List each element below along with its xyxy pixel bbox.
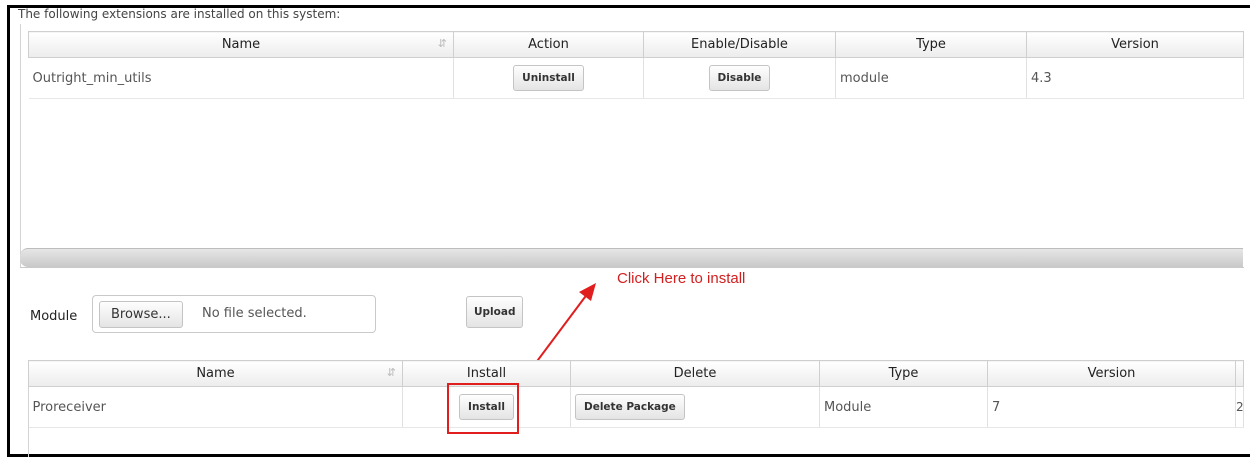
column-header-extra: [1235, 360, 1244, 387]
sort-arrows-icon: ⇵: [386, 366, 396, 379]
column-header-type: Type: [819, 360, 988, 387]
column-header-name[interactable]: Name ⇵: [28, 360, 403, 387]
package-extra-cell: 2: [1235, 386, 1244, 428]
column-header-version: Version: [987, 360, 1236, 387]
annotation-highlight-box: [447, 383, 519, 434]
package-name: Proreceiver: [28, 386, 403, 428]
delete-package-button[interactable]: Delete Package: [575, 394, 685, 420]
packages-table: Name ⇵ Install Delete Type Version Prorec…: [28, 360, 1244, 428]
table-header-row: Name ⇵ Install Delete Type Version: [28, 360, 1244, 387]
package-version: 7: [987, 386, 1236, 428]
table-row: Proreceiver Install Delete Package Modul…: [28, 386, 1244, 428]
column-header-delete: Delete: [570, 360, 820, 387]
package-type: Module: [819, 386, 988, 428]
